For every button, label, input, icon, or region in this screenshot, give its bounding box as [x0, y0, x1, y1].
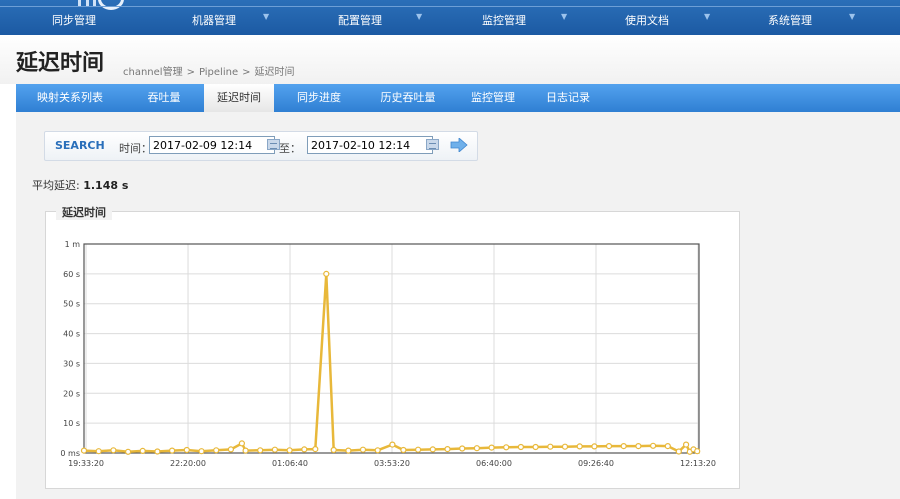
sub-tabs: 映射关系列表 吞吐量 延迟时间 同步进度 历史吞吐量 监控管理 日志记录 [16, 84, 900, 112]
time-label: 时间： [119, 142, 152, 155]
chevron-down-icon[interactable]: ▼ [263, 12, 269, 21]
nav-item-docs[interactable]: 使用文档 [625, 12, 669, 28]
page-title: 延迟时间 [16, 51, 105, 76]
title-band: 延迟时间 channel管理 > Pipeline > 延迟时间 [0, 35, 900, 84]
tab-throughput[interactable]: 吞吐量 [136, 84, 192, 112]
nav-divider [0, 6, 900, 7]
breadcrumb-pipeline[interactable]: Pipeline [199, 67, 238, 78]
nav-item-sync[interactable]: 同步管理 [52, 12, 96, 28]
chart-legend-title: 延迟时间 [56, 204, 112, 220]
arrow-right-icon[interactable] [450, 138, 468, 152]
start-date-input[interactable]: 2017-02-09 12:14 [149, 136, 275, 154]
average-delay-label: 平均延迟: [32, 179, 80, 192]
average-delay-value: 1.148 s [83, 179, 129, 192]
search-button[interactable]: SEARCH [55, 139, 105, 152]
breadcrumb-separator: > [242, 67, 251, 78]
chevron-down-icon[interactable]: ▼ [561, 12, 567, 21]
breadcrumb-separator: > [186, 67, 195, 78]
end-date-input[interactable]: 2017-02-10 12:14 [307, 136, 433, 154]
chevron-down-icon[interactable]: ▼ [849, 12, 855, 21]
search-bar: SEARCH 时间： 2017-02-09 12:14 至： 2017-02-1… [44, 131, 478, 161]
chevron-down-icon[interactable]: ▼ [416, 12, 422, 21]
tab-mapping-list[interactable]: 映射关系列表 [30, 84, 110, 112]
average-delay: 平均延迟: 1.148 s [32, 177, 128, 193]
breadcrumb-channel[interactable]: channel管理 [123, 67, 183, 78]
top-nav: 同步管理 机器管理 ▼ 配置管理 ▼ 监控管理 ▼ 使用文档 ▼ 系统管理 ▼ [0, 0, 900, 35]
breadcrumb-current: 延迟时间 [254, 67, 295, 78]
chart-panel [45, 211, 740, 489]
nav-item-machine[interactable]: 机器管理 [192, 12, 236, 28]
nav-item-config[interactable]: 配置管理 [338, 12, 382, 28]
calendar-icon[interactable] [426, 139, 439, 150]
breadcrumb: channel管理 > Pipeline > 延迟时间 [123, 63, 295, 78]
chevron-down-icon[interactable]: ▼ [704, 12, 710, 21]
to-label: 至： [279, 142, 301, 155]
tab-monitor[interactable]: 监控管理 [462, 84, 524, 112]
tab-delay-time[interactable]: 延迟时间 [204, 84, 274, 112]
nav-item-monitor[interactable]: 监控管理 [482, 12, 526, 28]
tab-logs[interactable]: 日志记录 [542, 84, 594, 112]
tab-sync-progress[interactable]: 同步进度 [286, 84, 352, 112]
tab-history-throughput[interactable]: 历史吞吐量 [368, 84, 448, 112]
nav-item-system[interactable]: 系统管理 [768, 12, 812, 28]
